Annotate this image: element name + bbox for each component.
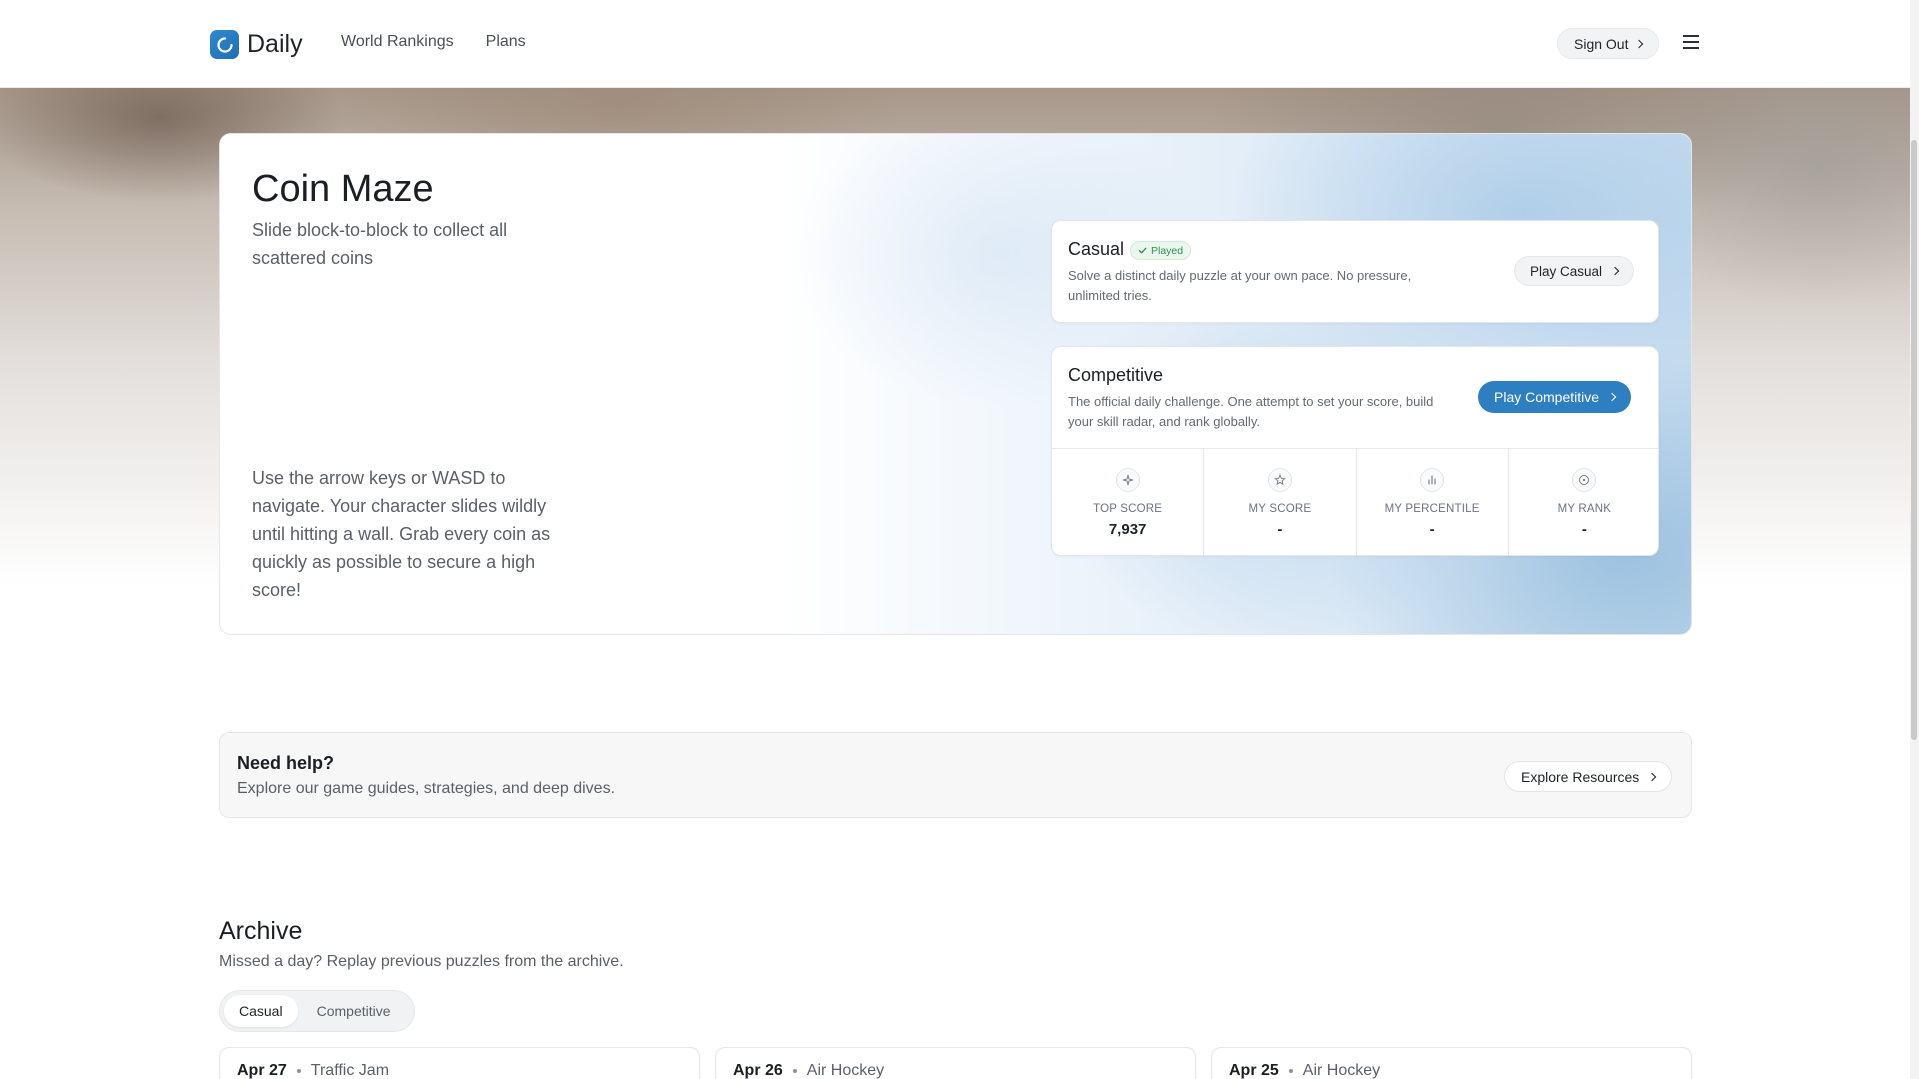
competitive-mode-card: Competitive The official daily challenge… bbox=[1051, 346, 1659, 556]
archive-game-name: Air Hockey bbox=[1302, 1062, 1381, 1079]
stat-my-percentile: MY PERCENTILE - bbox=[1357, 449, 1509, 555]
archive-game-name: Air Hockey bbox=[806, 1062, 885, 1079]
stat-value: - bbox=[1429, 521, 1435, 538]
play-competitive-label: Play Competitive bbox=[1494, 389, 1600, 405]
sparkle-icon bbox=[1115, 468, 1140, 492]
stat-label: MY RANK bbox=[1557, 503, 1612, 515]
check-icon bbox=[1138, 247, 1147, 254]
chevron-right-icon bbox=[1610, 266, 1620, 276]
played-badge-label: Played bbox=[1151, 244, 1184, 257]
logo[interactable]: Daily bbox=[210, 30, 303, 59]
help-banner: Need help? Explore our game guides, stra… bbox=[219, 732, 1692, 818]
top-nav: Daily World Rankings Plans Sign Out bbox=[0, 0, 1910, 88]
tab-casual[interactable]: Casual bbox=[224, 995, 298, 1027]
archive-title: Archive bbox=[219, 917, 303, 945]
explore-resources-label: Explore Resources bbox=[1521, 768, 1640, 785]
stat-label: MY SCORE bbox=[1248, 503, 1312, 515]
competitive-stats: TOP SCORE 7,937 MY SCORE - MY PERCENTILE… bbox=[1052, 448, 1658, 555]
hamburger-menu-icon[interactable] bbox=[1683, 35, 1699, 49]
stat-value: - bbox=[1277, 521, 1283, 538]
archive-game-name: Traffic Jam bbox=[310, 1062, 390, 1079]
explore-resources-button[interactable]: Explore Resources bbox=[1504, 761, 1673, 792]
game-hero-card: Coin Maze Slide block-to-block to collec… bbox=[219, 133, 1692, 635]
stat-value: 7,937 bbox=[1108, 521, 1147, 538]
archive-card[interactable]: Apr 26 Air Hockey bbox=[715, 1047, 1196, 1079]
tab-competitive[interactable]: Competitive bbox=[302, 995, 406, 1027]
stat-value: - bbox=[1581, 521, 1587, 538]
archive-date: Apr 27 bbox=[237, 1062, 287, 1079]
stat-my-score: MY SCORE - bbox=[1204, 449, 1357, 555]
logo-icon bbox=[210, 30, 239, 59]
competitive-description: The official daily challenge. One attemp… bbox=[1068, 394, 1434, 429]
casual-description: Solve a distinct daily puzzle at your ow… bbox=[1068, 268, 1412, 303]
scrollbar-thumb[interactable] bbox=[1911, 140, 1917, 740]
nav-link-plans[interactable]: Plans bbox=[486, 33, 526, 51]
archive-card[interactable]: Apr 27 Traffic Jam bbox=[219, 1047, 700, 1079]
competitive-title: Competitive bbox=[1068, 365, 1164, 385]
archive-subtitle: Missed a day? Replay previous puzzles fr… bbox=[219, 953, 624, 970]
nav-link-world-rankings[interactable]: World Rankings bbox=[341, 33, 454, 51]
sign-out-button[interactable]: Sign Out bbox=[1557, 28, 1660, 59]
stat-label: TOP SCORE bbox=[1093, 503, 1163, 515]
game-title: Coin Maze bbox=[252, 168, 434, 210]
play-competitive-button[interactable]: Play Competitive bbox=[1478, 381, 1632, 413]
game-instructions: Use the arrow keys or WASD to navigate. … bbox=[252, 468, 551, 600]
help-description: Explore our game guides, strategies, and… bbox=[237, 780, 616, 797]
separator-dot bbox=[296, 1069, 301, 1073]
chevron-right-icon bbox=[1607, 392, 1617, 402]
main-nav: World Rankings Plans bbox=[341, 33, 526, 51]
archive-date: Apr 25 bbox=[1229, 1062, 1279, 1079]
bar-chart-icon bbox=[1420, 468, 1445, 492]
chevron-right-icon bbox=[1635, 39, 1644, 48]
archive-mode-toggle: Casual Competitive bbox=[219, 990, 415, 1032]
play-casual-button[interactable]: Play Casual bbox=[1514, 256, 1635, 286]
help-title: Need help? bbox=[237, 753, 335, 773]
game-subtitle: Slide block-to-block to collect all scat… bbox=[252, 220, 508, 268]
play-casual-label: Play Casual bbox=[1530, 263, 1603, 279]
chevron-right-icon bbox=[1648, 772, 1657, 781]
casual-mode-card: Casual Played Solve a distinct daily puz… bbox=[1051, 220, 1659, 323]
logo-text: Daily bbox=[247, 30, 303, 58]
archive-card[interactable]: Apr 25 Air Hockey bbox=[1211, 1047, 1692, 1079]
casual-title: Casual bbox=[1068, 239, 1125, 259]
target-icon bbox=[1572, 468, 1597, 492]
sign-out-label: Sign Out bbox=[1574, 35, 1629, 52]
stat-label: MY PERCENTILE bbox=[1384, 503, 1480, 515]
star-icon bbox=[1267, 468, 1292, 492]
played-badge: Played bbox=[1130, 241, 1192, 260]
stat-top-score: TOP SCORE 7,937 bbox=[1052, 449, 1205, 555]
separator-dot bbox=[1288, 1069, 1293, 1073]
archive-date: Apr 26 bbox=[733, 1062, 783, 1079]
separator-dot bbox=[792, 1069, 797, 1073]
stat-my-rank: MY RANK - bbox=[1509, 449, 1658, 555]
